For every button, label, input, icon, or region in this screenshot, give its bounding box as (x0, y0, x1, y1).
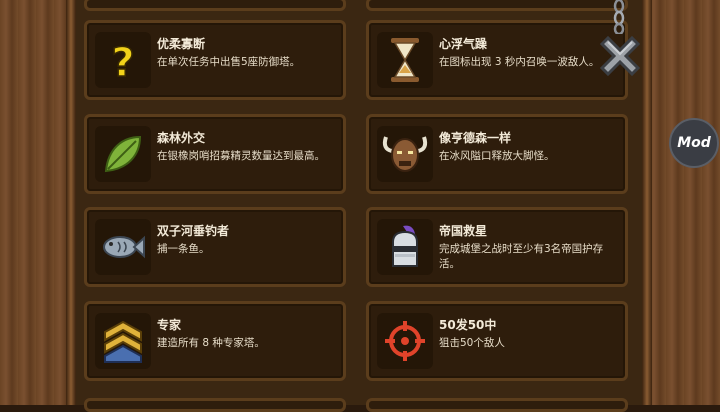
achievement-description: 捕一条鱼。 (157, 243, 210, 255)
achievement-card-partial (84, 398, 346, 412)
achievement-title: 森林外交 (157, 131, 206, 145)
mod-button-label: Mod (677, 135, 711, 151)
achievement-card[interactable]: 专家 建造所有 8 种专家塔。 (84, 301, 346, 381)
achievement-description: 狙击50个敌人 (439, 337, 505, 349)
achievement-title: 优柔寡断 (157, 37, 206, 51)
achievement-title: 双子河垂钓者 (157, 224, 230, 238)
achievement-description: 在单次任务中出售5座防御塔。 (157, 56, 301, 68)
wood-frame-left (0, 0, 72, 405)
achievement-card[interactable]: 心浮气躁 在图标出现 3 秒内召唤一波敌人。 (366, 20, 628, 100)
achievement-description: 在银橡岗哨招募精灵数量达到最高。 (157, 150, 325, 162)
mod-button[interactable]: Mod (669, 118, 719, 168)
close-icon (599, 35, 641, 77)
chain-icon (613, 0, 625, 34)
crosshair-icon (377, 313, 433, 369)
achievement-card[interactable]: ? 优柔寡断 在单次任务中出售5座防御塔。 (84, 20, 346, 100)
knight-helmet-icon (377, 219, 433, 275)
achievement-card[interactable]: 帝国救星 完成城堡之战时至少有3名帝国护存活。 (366, 207, 628, 287)
achievement-card[interactable]: 森林外交 在银橡岗哨招募精灵数量达到最高。 (84, 114, 346, 194)
hourglass-icon (377, 32, 433, 88)
fish-icon (95, 219, 151, 275)
question-mark-icon: ? (95, 32, 151, 88)
achievement-description: 完成城堡之战时至少有3名帝国护存活。 (439, 243, 604, 270)
achievement-title: 像亨德森一样 (439, 131, 512, 145)
achievement-card[interactable]: 50发50中 狙击50个敌人 (366, 301, 628, 381)
achievement-description: 建造所有 8 种专家塔。 (157, 337, 265, 349)
achievement-title: 专家 (157, 318, 182, 332)
close-button[interactable] (594, 30, 646, 82)
viking-beast-icon (377, 126, 433, 182)
chevron-rank-icon (95, 313, 151, 369)
achievement-card[interactable]: 像亨德森一样 在冰风隘口释放大脚怪。 (366, 114, 628, 194)
leaf-icon (95, 126, 151, 182)
achievement-title: 50发50中 (439, 318, 497, 332)
achievement-card-partial (84, 0, 346, 11)
svg-text:?: ? (111, 40, 134, 82)
achievement-title: 帝国救星 (439, 224, 488, 238)
achievement-description: 在冰风隘口释放大脚怪。 (439, 150, 555, 162)
achievement-title: 心浮气躁 (439, 37, 488, 51)
frame-rail-left (66, 0, 76, 405)
achievement-card[interactable]: 双子河垂钓者 捕一条鱼。 (84, 207, 346, 287)
achievement-card-partial (366, 0, 628, 11)
achievement-card-partial (366, 398, 628, 412)
wood-frame-right (648, 0, 720, 405)
